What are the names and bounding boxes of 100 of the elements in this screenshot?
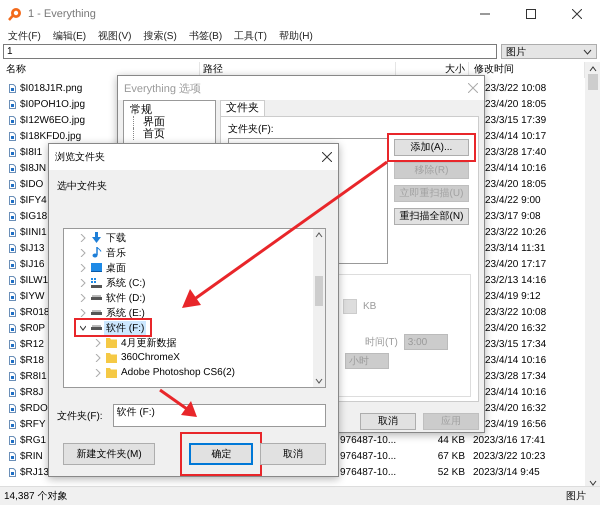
tab[interactable]: 文件夹 — [220, 100, 265, 116]
modified-date: 23/4/20 16:32 — [485, 402, 546, 414]
folder-field[interactable]: 软件 (F:) — [112, 404, 326, 427]
dialog-button[interactable]: 确定 — [189, 443, 254, 465]
menu-item[interactable]: 书签(B) — [182, 28, 228, 42]
modified-date: 23/2/13 14:16 — [485, 274, 546, 286]
modified-date: 23/4/19 16:56 — [485, 418, 546, 430]
file-path: 976487-10... — [340, 450, 396, 462]
tree-item[interactable]: 系统 (C:) — [104, 276, 148, 290]
tree-item[interactable]: 常规 — [130, 104, 209, 116]
dialog-button[interactable]: 取消 — [360, 413, 416, 430]
tree-item[interactable]: Adobe Photoshop CS6(2) — [119, 367, 237, 378]
image-file-icon — [9, 196, 16, 204]
modified-date: 23/4/14 10:16 — [485, 162, 546, 174]
menu-item[interactable]: 搜索(S) — [137, 28, 183, 42]
maximize-icon — [526, 9, 536, 19]
prompt-text: 选中文件夹 — [57, 181, 107, 192]
image-file-icon — [9, 164, 16, 172]
image-file-icon — [9, 468, 16, 476]
chevron-down-icon — [583, 48, 592, 54]
file-name: $I18KFD0.jpg — [20, 130, 82, 142]
folder-icon — [106, 368, 117, 378]
tree-item[interactable]: 4月更新数据 — [119, 336, 179, 350]
action-button[interactable]: 重扫描全部(N) — [394, 208, 469, 225]
dialog-title: 浏览文件夹 — [55, 150, 105, 164]
scrollbar-thumb[interactable] — [315, 276, 323, 306]
tree-item[interactable]: 软件 (D:) — [104, 290, 148, 304]
image-file-icon — [9, 388, 16, 396]
modified-date: 23/3/22 10:08 — [485, 82, 546, 94]
image-file-icon — [9, 148, 16, 156]
image-file-icon — [9, 404, 16, 412]
modified-date: 23/3/22 10:26 — [485, 226, 546, 238]
file-name: $RJ13 — [20, 466, 49, 478]
action-button[interactable]: 添加(A)... — [394, 139, 469, 156]
tree-item[interactable]: 系统 (E:) — [104, 306, 147, 320]
field-label: 文件夹(F): — [57, 410, 103, 422]
image-file-icon — [9, 260, 16, 268]
tree-item[interactable]: 软件 (F:) — [104, 320, 146, 334]
tree-item[interactable]: 界面 — [133, 116, 165, 128]
filter-label: 图片 — [566, 490, 586, 503]
size-field[interactable] — [343, 298, 357, 314]
file-path: 976487-10... — [340, 434, 396, 446]
chevron-down-icon — [80, 324, 86, 332]
tree-item[interactable]: 桌面 — [104, 260, 128, 274]
folder-icon — [106, 338, 117, 348]
tree-item[interactable]: 音乐 — [104, 246, 128, 260]
tree-item[interactable]: 下载 — [104, 230, 128, 244]
file-name: $IJ16 — [20, 258, 44, 270]
scroll-down-icon — [315, 378, 323, 384]
file-name: $IYW — [20, 290, 44, 302]
modified-date: 23/4/20 18:05 — [485, 178, 546, 190]
image-file-icon — [9, 292, 16, 300]
file-name: $RFY — [20, 418, 46, 430]
file-name: $RG1 — [20, 434, 46, 446]
file-name: $R0P — [20, 322, 46, 334]
dialog-title: Everything 选项 — [124, 82, 202, 96]
menu-item[interactable]: 文件(F) — [2, 28, 47, 42]
menu-item[interactable]: 编辑(E) — [46, 28, 92, 42]
modified-date: 23/4/14 10:17 — [485, 130, 546, 142]
dialog-button[interactable]: 取消 — [260, 443, 326, 465]
image-file-icon — [9, 244, 16, 252]
modified-date: 23/4/14 10:16 — [485, 386, 546, 398]
file-name: $IFY4 — [20, 194, 47, 206]
file-name: $IDO — [20, 178, 44, 190]
time-label: 时间(T) — [365, 336, 398, 349]
arrow — [159, 388, 197, 417]
drive-icon — [91, 325, 102, 330]
file-size: 52 KB — [438, 466, 465, 478]
file-size: 44 KB — [438, 434, 465, 446]
close-icon — [322, 152, 332, 162]
scroll-up-icon — [315, 232, 323, 238]
folder-icon — [106, 352, 117, 362]
scroll-down-icon — [588, 480, 596, 486]
download-arrow-icon — [91, 232, 102, 243]
menu-item[interactable]: 工具(T) — [228, 28, 273, 42]
close-icon — [468, 83, 478, 93]
modified-date: 23/3/28 17:40 — [485, 146, 546, 158]
menu-item[interactable]: 帮助(H) — [272, 28, 319, 42]
dialog-button[interactable]: 新建文件夹(M) — [63, 443, 156, 465]
filter-dropdown[interactable]: 图片 — [501, 44, 597, 59]
modified-date: 23/3/15 17:39 — [485, 114, 546, 126]
tree-item[interactable]: 360ChromeX — [119, 352, 182, 363]
menu-item[interactable]: 视图(V) — [92, 28, 138, 42]
image-file-icon — [9, 324, 16, 332]
file-name: $RDO — [20, 402, 48, 414]
file-name: $I0POH1O.jpg — [20, 98, 86, 110]
image-file-icon — [9, 420, 16, 428]
file-name: $ILW1 — [20, 274, 48, 286]
system-drive-icon — [91, 278, 102, 288]
search-field[interactable]: 1 — [3, 44, 497, 59]
file-name: $RIN — [20, 450, 43, 462]
music-note-icon — [91, 247, 102, 258]
file-name: $I8I1 — [20, 146, 42, 158]
file-name: $IINI1 — [20, 226, 47, 238]
modified-date: 23/3/28 17:34 — [485, 370, 546, 382]
modified-date: 23/3/17 9:08 — [485, 210, 541, 222]
file-name: $R8I1 — [20, 370, 47, 382]
tree-item[interactable]: 首页 — [133, 128, 165, 140]
scrollbar-thumb[interactable] — [588, 74, 598, 90]
file-name: $R18 — [20, 354, 44, 366]
